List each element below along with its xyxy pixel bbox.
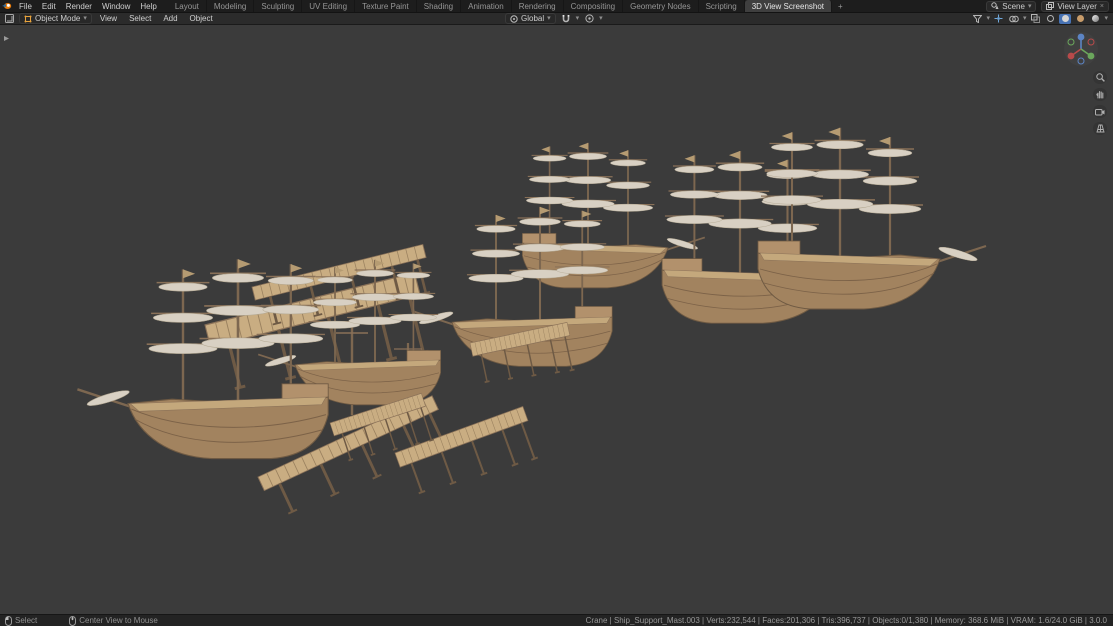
zoom-icon[interactable]	[1093, 71, 1107, 84]
transform-orientation-selector[interactable]: Global ▾	[505, 13, 556, 24]
transform-orientation-label: Global	[521, 13, 544, 25]
chevron-down-icon: ▾	[83, 13, 87, 25]
shading-solid-button[interactable]	[1059, 14, 1071, 24]
tab-uv-editing[interactable]: UV Editing	[302, 0, 355, 12]
perspective-grid-icon[interactable]	[1093, 122, 1107, 135]
solid-sphere-icon	[1062, 15, 1069, 22]
close-icon[interactable]: ×	[1100, 0, 1104, 13]
workspace-tabs: Layout Modeling Sculpting UV Editing Tex…	[168, 0, 849, 12]
menu-help[interactable]: Help	[135, 0, 161, 12]
viewport-header-center: Global ▾ ▾ ▾	[505, 13, 603, 25]
select-hint: Select	[5, 615, 37, 626]
editor-type-icon[interactable]	[3, 14, 15, 24]
shading-wireframe-button[interactable]	[1044, 14, 1056, 24]
toolbar-expand-arrow-icon[interactable]	[3, 29, 10, 47]
wireframe-sphere-icon	[1047, 15, 1054, 22]
statusbar: Select Center View to Mouse Crane | Ship…	[0, 614, 1113, 626]
blender-logo-icon[interactable]	[0, 0, 14, 12]
tab-shading[interactable]: Shading	[417, 0, 461, 12]
tab-scripting[interactable]: Scripting	[699, 0, 745, 12]
topbar-right: Scene ▾ View Layer ×	[986, 0, 1113, 12]
gizmo-z-axis[interactable]	[1078, 34, 1085, 41]
gizmo-x-axis[interactable]	[1068, 53, 1075, 60]
overlays-chevron-icon[interactable]: ▾	[1023, 13, 1027, 25]
viewport-header: Object Mode ▾ View Select Add Object Glo…	[0, 13, 1113, 25]
proportional-editing-icon[interactable]	[583, 14, 595, 24]
axis-gizmo[interactable]	[1063, 31, 1099, 67]
view-layer-label: View Layer	[1057, 0, 1096, 13]
snap-settings-chevron-icon[interactable]: ▾	[576, 13, 580, 25]
snap-magnet-icon[interactable]	[560, 14, 572, 24]
rendered-sphere-icon	[1092, 15, 1099, 22]
tab-compositing[interactable]: Compositing	[564, 0, 623, 12]
viewport-header-left: Object Mode ▾ View Select Add Object	[0, 13, 217, 25]
blender-window: File Edit Render Window Help Layout Mode…	[0, 0, 1113, 626]
view-layer-selector[interactable]: View Layer ×	[1041, 1, 1109, 12]
scene-icon	[991, 2, 999, 10]
view-layer-icon	[1046, 2, 1054, 10]
object-mode-icon	[24, 15, 32, 23]
shading-material-button[interactable]	[1074, 14, 1086, 24]
dock-model-4[interactable]	[395, 406, 541, 502]
center-view-hint: Center View to Mouse	[69, 615, 158, 626]
menu-object[interactable]: Object	[186, 13, 217, 25]
gizmo-y-axis[interactable]	[1088, 53, 1095, 60]
orientation-icon	[510, 15, 518, 23]
tab-animation[interactable]: Animation	[461, 0, 512, 12]
scene-statistics: Crane | Ship_Support_Mast.003 | Verts:23…	[586, 615, 1113, 626]
tab-rendering[interactable]: Rendering	[512, 0, 564, 12]
object-visibility-filter-icon[interactable]	[971, 14, 983, 24]
visibility-chevron-icon[interactable]: ▾	[986, 13, 990, 25]
viewport-header-right: ▾ ▾ ▾	[971, 13, 1113, 25]
mode-selector[interactable]: Object Mode ▾	[19, 13, 92, 24]
material-sphere-icon	[1077, 15, 1084, 22]
3d-viewport[interactable]	[0, 25, 1113, 614]
chevron-down-icon[interactable]: ▾	[1028, 0, 1032, 13]
ship-model-6[interactable]	[758, 128, 986, 309]
center-view-hint-label: Center View to Mouse	[79, 615, 158, 626]
mode-selector-label: Object Mode	[35, 13, 80, 25]
menu-window[interactable]: Window	[97, 0, 135, 12]
menu-render[interactable]: Render	[61, 0, 97, 12]
scene-selector-label: Scene	[1002, 0, 1025, 13]
shading-dropdown-icon[interactable]: ▾	[1104, 13, 1108, 25]
camera-view-icon[interactable]	[1093, 105, 1107, 118]
mouse-mmb-icon	[69, 616, 76, 626]
scene-selector[interactable]: Scene ▾	[986, 1, 1036, 12]
statusbar-hints: Select Center View to Mouse	[0, 615, 186, 626]
pan-hand-icon[interactable]	[1093, 88, 1107, 101]
select-hint-label: Select	[15, 615, 37, 626]
menu-file[interactable]: File	[14, 0, 37, 12]
tab-layout[interactable]: Layout	[168, 0, 207, 12]
tab-modeling[interactable]: Modeling	[207, 0, 254, 12]
mouse-lmb-icon	[5, 616, 12, 626]
menu-select[interactable]: Select	[125, 13, 155, 25]
ship-model-1[interactable]	[77, 259, 328, 458]
3d-scene[interactable]	[0, 25, 1113, 614]
xray-toggle-icon[interactable]	[1029, 14, 1041, 24]
tab-sculpting[interactable]: Sculpting	[254, 0, 302, 12]
tab-geometry-nodes[interactable]: Geometry Nodes	[623, 0, 698, 12]
topbar: File Edit Render Window Help Layout Mode…	[0, 0, 1113, 13]
proportional-chevron-icon[interactable]: ▾	[599, 13, 603, 25]
menu-edit[interactable]: Edit	[37, 0, 61, 12]
tab-3d-view-screenshot[interactable]: 3D View Screenshot	[745, 0, 832, 12]
overlays-toggle-icon[interactable]	[1008, 14, 1020, 24]
add-workspace-button[interactable]: +	[832, 0, 849, 12]
gizmo-toggle-icon[interactable]	[993, 14, 1005, 24]
menu-view[interactable]: View	[96, 13, 121, 25]
tab-texture-paint[interactable]: Texture Paint	[355, 0, 417, 12]
shading-rendered-button[interactable]	[1089, 14, 1101, 24]
chevron-down-icon: ▾	[547, 13, 551, 25]
menu-add[interactable]: Add	[159, 13, 181, 25]
viewport-nav-buttons	[1093, 71, 1107, 135]
